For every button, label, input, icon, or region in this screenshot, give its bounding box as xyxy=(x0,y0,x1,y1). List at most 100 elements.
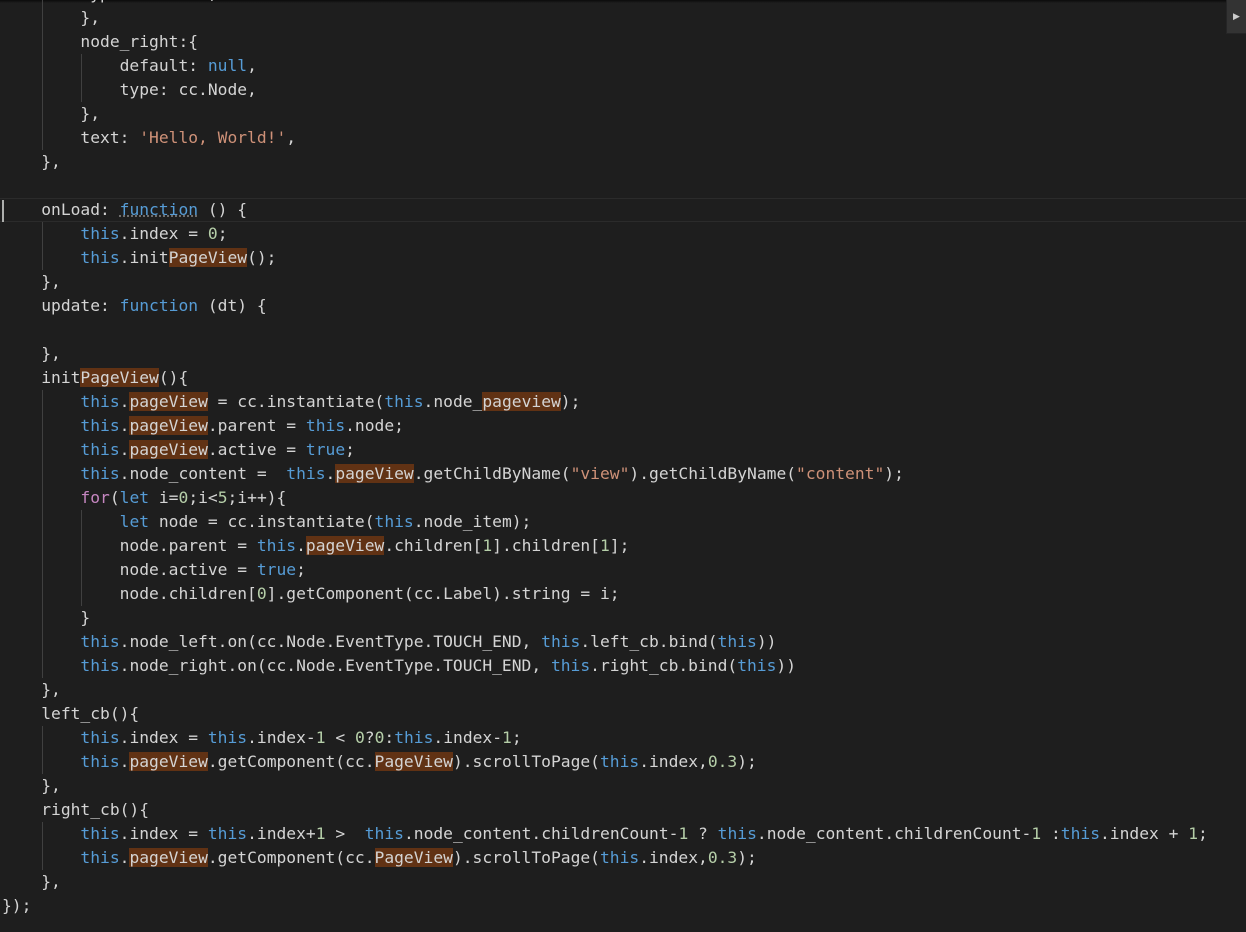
code-line[interactable]: node_right:{ xyxy=(2,30,1208,54)
code-token: true xyxy=(256,560,297,579)
code-token: , xyxy=(247,56,257,75)
code-token: , xyxy=(286,128,297,147)
code-token: = cc.instantiate( xyxy=(207,392,385,411)
code-line[interactable]: }, xyxy=(2,342,1208,366)
code-line[interactable]: default: null, xyxy=(2,54,1208,78)
code-line[interactable]: }, xyxy=(2,678,1208,702)
code-token: pageView xyxy=(129,416,208,435)
code-line[interactable]: initPageView(){ xyxy=(2,366,1208,390)
code-line[interactable]: right_cb(){ xyxy=(2,798,1208,822)
code-line[interactable]: }, xyxy=(2,102,1208,126)
indent-guide xyxy=(41,462,43,486)
code-token: pageview xyxy=(482,392,561,411)
code-token: .right_cb.bind( xyxy=(590,656,738,675)
code-token: .node; xyxy=(345,416,404,435)
code-token: .active = xyxy=(207,440,306,459)
code-token: pageView xyxy=(305,536,385,555)
code-token: 1 xyxy=(315,824,326,843)
code-line[interactable]: }, xyxy=(2,774,1208,798)
code-token: (){ xyxy=(158,368,189,387)
code-token: pageView xyxy=(129,440,208,459)
code-token: onLoad: xyxy=(2,200,120,219)
code-token: this xyxy=(599,752,640,771)
code-line[interactable]: type: cc.Node, xyxy=(2,78,1208,102)
code-token: this xyxy=(80,392,120,411)
code-token: this xyxy=(599,848,640,867)
code-token: .node_item); xyxy=(413,512,532,531)
code-token: this xyxy=(286,464,326,483)
indent-guide xyxy=(41,606,43,630)
code-line[interactable]: }, xyxy=(2,150,1208,174)
code-token: ); xyxy=(884,464,904,483)
code-token: 1 xyxy=(1031,824,1042,843)
code-line[interactable]: this.pageView.getComponent(cc.PageView).… xyxy=(2,846,1208,870)
code-line[interactable]: this.index = this.index+1 > this.node_co… xyxy=(2,822,1208,846)
code-token: "content" xyxy=(796,464,885,483)
code-token: (dt) { xyxy=(198,296,267,315)
code-token: 0 xyxy=(256,584,267,603)
code-editor[interactable]: type: cc.Node, }, node_right:{ default: … xyxy=(0,0,1246,932)
code-token: ;i< xyxy=(188,488,218,507)
code-line[interactable]: } xyxy=(2,606,1208,630)
code-token: this xyxy=(207,728,248,747)
code-token: }, xyxy=(2,872,61,891)
indent-guide xyxy=(81,54,83,78)
code-line[interactable]: update: function (dt) { xyxy=(2,294,1208,318)
code-token: 0 xyxy=(374,728,385,747)
code-line[interactable]: text: 'Hello, World!', xyxy=(2,126,1208,150)
indent-guide xyxy=(41,222,43,246)
code-token: }, xyxy=(2,152,61,171)
code-line[interactable]: }, xyxy=(2,6,1208,30)
indent-guide xyxy=(41,78,43,102)
code-line[interactable]: this.pageView.getComponent(cc.PageView).… xyxy=(2,750,1208,774)
code-token: .getComponent(cc. xyxy=(207,752,375,771)
code-line[interactable]: }, xyxy=(2,270,1208,294)
code-token: ); xyxy=(737,752,757,771)
code-line[interactable]: node.parent = this.pageView.children[1].… xyxy=(2,534,1208,558)
code-line[interactable] xyxy=(2,318,1208,342)
indent-guide xyxy=(41,246,43,270)
code-token: PageView xyxy=(80,368,159,387)
code-token: }, xyxy=(2,344,61,363)
code-token: node.children[ xyxy=(2,584,257,603)
code-line[interactable]: this.node_right.on(cc.Node.EventType.TOU… xyxy=(2,654,1208,678)
code-line[interactable]: }); xyxy=(2,894,1208,918)
code-token: this xyxy=(207,824,248,843)
code-line[interactable] xyxy=(2,174,1208,198)
indent-guide xyxy=(41,30,43,54)
code-token: this xyxy=(305,416,346,435)
code-token: .parent = xyxy=(207,416,306,435)
code-token: this xyxy=(717,824,757,843)
code-line[interactable]: onLoad: function () { xyxy=(0,198,1246,222)
code-line[interactable]: node.active = true; xyxy=(2,558,1208,582)
indent-guide xyxy=(41,486,43,510)
code-line[interactable]: this.pageView.parent = this.node; xyxy=(2,414,1208,438)
code-line[interactable]: this.initPageView(); xyxy=(2,246,1208,270)
code-token: .getComponent(cc. xyxy=(207,848,375,867)
code-token: .node_content.childrenCount- xyxy=(403,824,679,843)
code-lines[interactable]: type: cc.Node, }, node_right:{ default: … xyxy=(0,0,1246,918)
code-token: 1 xyxy=(599,536,610,555)
code-token: this xyxy=(80,248,120,267)
code-line[interactable]: this.pageView.active = true; xyxy=(2,438,1208,462)
code-line[interactable]: this.node_left.on(cc.Node.EventType.TOUC… xyxy=(2,630,1208,654)
code-line[interactable]: this.node_content = this.pageView.getChi… xyxy=(2,462,1208,486)
code-token: .index+ xyxy=(247,824,316,843)
indent-guide xyxy=(41,510,43,534)
code-token: this xyxy=(80,464,120,483)
indent-guide xyxy=(81,582,83,606)
code-line[interactable]: let node = cc.instantiate(this.node_item… xyxy=(2,510,1208,534)
code-line[interactable]: for(let i=0;i<5;i++){ xyxy=(2,486,1208,510)
code-token: 0 xyxy=(178,488,189,507)
code-line[interactable]: this.index = this.index-1 < 0?0:this.ind… xyxy=(2,726,1208,750)
minimap-toggle-button[interactable]: ▶ xyxy=(1226,0,1246,34)
code-line[interactable]: this.index = 0; xyxy=(2,222,1208,246)
code-line[interactable]: }, xyxy=(2,870,1208,894)
code-line[interactable]: left_cb(){ xyxy=(2,702,1208,726)
code-token: .init xyxy=(119,248,169,267)
code-token: this xyxy=(80,848,120,867)
code-line[interactable]: this.pageView = cc.instantiate(this.node… xyxy=(2,390,1208,414)
code-token: . xyxy=(119,848,130,867)
code-line[interactable]: node.children[0].getComponent(cc.Label).… xyxy=(2,582,1208,606)
